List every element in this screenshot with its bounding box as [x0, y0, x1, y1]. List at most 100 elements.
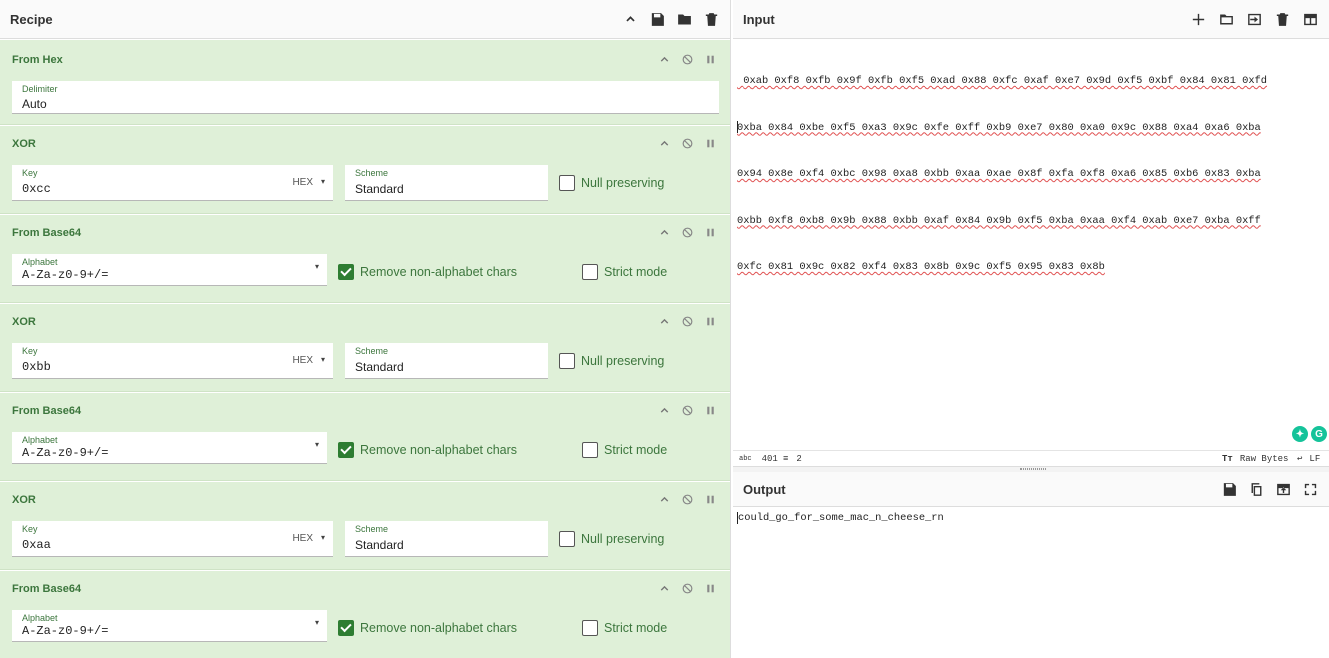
remove-non-alphabet-checkbox[interactable]: Remove non-alphabet chars [338, 620, 517, 636]
encoding-select[interactable]: Tт Raw Bytes [1222, 454, 1288, 464]
operation-from-base64[interactable]: From Base64 Alphabet A-Za-z0-9+/= ▾ Remo… [0, 571, 730, 658]
length-value: 401 [761, 453, 778, 464]
operation-xor[interactable]: XOR Key 0xbb HEX ▾ Scheme Standard Null … [0, 304, 730, 392]
disable-op-icon[interactable] [680, 225, 694, 239]
grip-icon[interactable] [1020, 468, 1046, 470]
maximize-output-icon[interactable] [1302, 481, 1319, 498]
key-format-select[interactable]: HEX [292, 177, 313, 188]
chevron-down-icon[interactable]: ▾ [315, 618, 319, 627]
breakpoint-pause-icon[interactable] [703, 314, 717, 328]
open-folder-icon[interactable] [1218, 11, 1235, 28]
operation-xor[interactable]: XOR Key 0xcc HEX ▾ Scheme Standard Null … [0, 126, 730, 214]
checkbox-box-checked[interactable] [338, 620, 354, 636]
return-arrow-icon: ↩ [1297, 453, 1303, 464]
scheme-field[interactable]: Scheme Standard [345, 165, 548, 201]
null-preserving-label: Null preserving [581, 532, 665, 546]
checkbox-box-checked[interactable] [338, 264, 354, 280]
chevron-down-icon[interactable]: ▾ [315, 440, 319, 449]
checkbox-box[interactable] [559, 175, 575, 191]
collapse-chevron-icon[interactable] [657, 403, 671, 417]
remove-non-alphabet-checkbox[interactable]: Remove non-alphabet chars [338, 264, 517, 280]
key-label: Key [22, 346, 38, 356]
clear-input-trash-icon[interactable] [1274, 11, 1291, 28]
checkbox-box-checked[interactable] [338, 442, 354, 458]
grammarly-bulb-icon[interactable]: ✦ [1292, 426, 1308, 442]
alphabet-select[interactable]: Alphabet A-Za-z0-9+/= ▾ [12, 610, 327, 642]
strict-mode-checkbox[interactable]: Strict mode [582, 620, 667, 636]
key-format-select[interactable]: HEX [292, 355, 313, 366]
cyberchef-app: Recipe From Hex Delimiter Auto XOR Key 0… [0, 0, 1329, 658]
reset-layout-icon[interactable] [1302, 11, 1319, 28]
grammarly-widget[interactable]: ✦ G [1292, 426, 1327, 442]
alphabet-select[interactable]: Alphabet A-Za-z0-9+/= ▾ [12, 254, 327, 286]
checkbox-box[interactable] [559, 531, 575, 547]
checkbox-box[interactable] [582, 264, 598, 280]
breakpoint-pause-icon[interactable] [703, 581, 717, 595]
key-field[interactable]: Key 0xbb HEX ▾ [12, 343, 333, 379]
operation-from-base64[interactable]: From Base64 Alphabet A-Za-z0-9+/= ▾ Remo… [0, 393, 730, 481]
output-header: Output [733, 472, 1329, 507]
disable-op-icon[interactable] [680, 52, 694, 66]
null-preserving-checkbox[interactable]: Null preserving [559, 175, 664, 191]
strict-mode-checkbox[interactable]: Strict mode [582, 442, 667, 458]
chevron-down-icon[interactable]: ▾ [315, 262, 319, 271]
scheme-label: Scheme [355, 524, 389, 534]
eol-value: LF [1309, 453, 1321, 464]
breakpoint-pause-icon[interactable] [703, 52, 717, 66]
output-text[interactable]: could_go_for_some_mac_n_cheese_rn [738, 512, 944, 524]
key-field[interactable]: Key 0xaa HEX ▾ [12, 521, 333, 557]
breakpoint-pause-icon[interactable] [703, 403, 717, 417]
breakpoint-pause-icon[interactable] [703, 136, 717, 150]
scheme-field[interactable]: Scheme Standard [345, 343, 548, 379]
copy-output-icon[interactable] [1248, 481, 1265, 498]
load-recipe-folder-icon[interactable] [676, 11, 693, 28]
collapse-chevron-icon[interactable] [657, 581, 671, 595]
alphabet-select[interactable]: Alphabet A-Za-z0-9+/= ▾ [12, 432, 327, 464]
collapse-chevron-icon[interactable] [657, 314, 671, 328]
add-tab-plus-icon[interactable] [1190, 11, 1207, 28]
text-format-icon: Tт [1222, 453, 1233, 464]
disable-op-icon[interactable] [680, 403, 694, 417]
delimiter-field[interactable]: Delimiter Auto [12, 81, 719, 114]
save-recipe-icon[interactable] [649, 11, 666, 28]
operation-from-hex[interactable]: From Hex Delimiter Auto [0, 40, 730, 125]
alphabet-label: Alphabet [22, 613, 58, 623]
chevron-down-icon[interactable]: ▾ [321, 533, 325, 542]
replace-input-with-output-icon[interactable] [1275, 481, 1292, 498]
null-preserving-checkbox[interactable]: Null preserving [559, 353, 664, 369]
collapse-chevron-icon[interactable] [657, 52, 671, 66]
lines-value: 2 [796, 453, 802, 464]
disable-op-icon[interactable] [680, 136, 694, 150]
input-text-area[interactable]: 0xab 0xf8 0xfb 0x9f 0xfb 0xf5 0xad 0x88 … [737, 43, 1317, 307]
remove-non-alphabet-checkbox[interactable]: Remove non-alphabet chars [338, 442, 517, 458]
disable-op-icon[interactable] [680, 314, 694, 328]
save-output-icon[interactable] [1221, 481, 1238, 498]
operation-xor[interactable]: XOR Key 0xaa HEX ▾ Scheme Standard Null … [0, 482, 730, 570]
operation-from-base64[interactable]: From Base64 Alphabet A-Za-z0-9+/= ▾ Remo… [0, 215, 730, 303]
grammarly-g-icon[interactable]: G [1311, 426, 1327, 442]
chevron-down-icon[interactable]: ▾ [321, 355, 325, 364]
collapse-chevron-icon[interactable] [657, 136, 671, 150]
eol-select[interactable]: ↩ LF [1297, 454, 1320, 464]
breakpoint-pause-icon[interactable] [703, 492, 717, 506]
scheme-field[interactable]: Scheme Standard [345, 521, 548, 557]
collapse-chevron-icon[interactable] [657, 492, 671, 506]
disable-op-icon[interactable] [680, 581, 694, 595]
operation-title: XOR [12, 138, 36, 150]
clear-recipe-trash-icon[interactable] [703, 11, 720, 28]
collapse-all-icon[interactable] [622, 11, 639, 28]
checkbox-box[interactable] [582, 442, 598, 458]
collapse-chevron-icon[interactable] [657, 225, 671, 239]
strict-mode-checkbox[interactable]: Strict mode [582, 264, 667, 280]
breakpoint-pause-icon[interactable] [703, 225, 717, 239]
open-file-input-icon[interactable] [1246, 11, 1263, 28]
disable-op-icon[interactable] [680, 492, 694, 506]
chevron-down-icon[interactable]: ▾ [321, 177, 325, 186]
checkbox-box[interactable] [582, 620, 598, 636]
remove-non-alphabet-label: Remove non-alphabet chars [360, 443, 518, 457]
key-field[interactable]: Key 0xcc HEX ▾ [12, 165, 333, 201]
key-format-select[interactable]: HEX [292, 533, 313, 544]
checkbox-box[interactable] [559, 353, 575, 369]
strict-mode-label: Strict mode [604, 265, 668, 279]
null-preserving-checkbox[interactable]: Null preserving [559, 531, 664, 547]
